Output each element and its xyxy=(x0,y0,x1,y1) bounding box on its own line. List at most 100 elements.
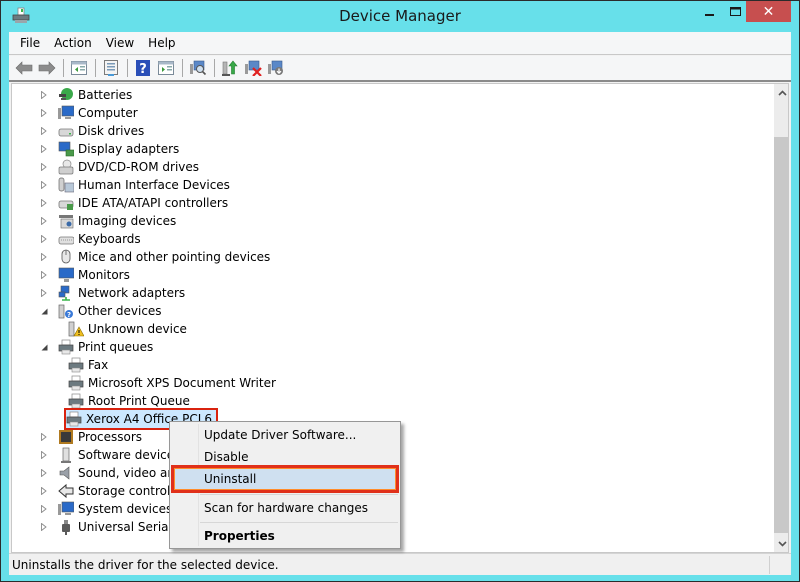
keyboard-icon xyxy=(58,236,74,245)
console-tree-icon xyxy=(71,61,87,75)
expand-arrow-icon[interactable] xyxy=(39,504,49,514)
expand-arrow-icon[interactable] xyxy=(39,90,49,100)
menu-item-properties[interactable]: Properties xyxy=(172,525,398,547)
tree-node[interactable]: Microsoft XPS Document Writer xyxy=(68,374,276,392)
enable-device-button[interactable] xyxy=(265,57,287,79)
hid-icon xyxy=(58,177,74,193)
expand-arrow-icon[interactable] xyxy=(39,216,49,226)
update-driver-button[interactable] xyxy=(219,57,241,79)
expand-arrow-icon[interactable] xyxy=(39,126,49,136)
expand-arrow-icon[interactable] xyxy=(39,432,49,442)
menu-view[interactable]: View xyxy=(99,36,141,50)
tree-node[interactable]: Processors xyxy=(39,428,142,446)
back-button[interactable] xyxy=(13,57,35,79)
menu-action[interactable]: Action xyxy=(47,36,99,50)
expand-arrow-icon[interactable] xyxy=(39,198,49,208)
tree-node[interactable]: IDE ATA/ATAPI controllers xyxy=(39,194,228,212)
menu-item-uninstall[interactable]: Uninstall xyxy=(171,465,399,493)
mouse-icon xyxy=(61,249,71,264)
software-device-icon xyxy=(61,447,71,463)
menu-item-update-driver[interactable]: Update Driver Software... xyxy=(172,424,398,446)
scrollbar-thumb[interactable] xyxy=(774,137,788,533)
expand-arrow-icon[interactable] xyxy=(39,270,49,280)
other-devices-icon: ? xyxy=(58,304,73,319)
forward-button[interactable] xyxy=(36,57,58,79)
expand-arrow-icon[interactable] xyxy=(39,180,49,190)
expand-arrow-icon[interactable] xyxy=(39,252,49,262)
tree-node-label: Imaging devices xyxy=(78,214,177,228)
uninstall-button[interactable] xyxy=(242,57,264,79)
collapse-arrow-icon[interactable] xyxy=(39,342,49,352)
menu-bar: File Action View Help xyxy=(9,32,791,55)
menu-help[interactable]: Help xyxy=(141,36,182,50)
tree-node[interactable]: Human Interface Devices xyxy=(39,176,230,194)
collapse-arrow-icon[interactable] xyxy=(39,306,49,316)
tree-node[interactable]: Mice and other pointing devices xyxy=(39,248,270,266)
tree-node-label: Network adapters xyxy=(78,286,186,300)
action-pane-button[interactable] xyxy=(155,57,177,79)
tree-node[interactable]: Software devices xyxy=(39,446,180,464)
tree-node-label: Keyboards xyxy=(78,232,141,246)
minimize-button[interactable] xyxy=(697,1,723,22)
tree-node[interactable]: Keyboards xyxy=(39,230,141,248)
context-menu-separator xyxy=(200,522,398,523)
tree-node-label: Disk drives xyxy=(78,124,145,138)
tree-node-label: Software devices xyxy=(78,448,181,462)
tree-node[interactable]: DVD/CD-ROM drives xyxy=(39,158,199,176)
usb-icon xyxy=(62,520,70,535)
tree-node[interactable]: Monitors xyxy=(39,266,130,284)
expand-arrow-icon[interactable] xyxy=(39,450,49,460)
tree-node[interactable]: ? Other devices xyxy=(39,302,162,320)
close-button[interactable]: ✕ xyxy=(746,1,791,22)
tree-node-label: Fax xyxy=(88,358,109,372)
expand-arrow-icon[interactable] xyxy=(39,468,49,478)
tree-node-label: Unknown device xyxy=(88,322,187,336)
expand-arrow-icon[interactable] xyxy=(39,144,49,154)
scroll-up-button[interactable] xyxy=(774,84,788,101)
expand-arrow-icon[interactable] xyxy=(39,162,49,172)
tree-node[interactable]: Disk drives xyxy=(39,122,144,140)
tree-node[interactable]: Print queues xyxy=(39,338,153,356)
toolbar-separator xyxy=(214,59,215,77)
tree-node[interactable]: System devices xyxy=(39,500,172,518)
tree-node-label: IDE ATA/ATAPI controllers xyxy=(78,196,229,210)
tree-node-label: Microsoft XPS Document Writer xyxy=(88,376,276,390)
tree-node[interactable]: Unknown device xyxy=(68,320,187,338)
tree-node[interactable]: Fax xyxy=(68,356,108,374)
tree-node[interactable]: Display adapters xyxy=(39,140,179,158)
context-menu: Update Driver Software... Disable Uninst… xyxy=(169,421,401,549)
properties-button[interactable] xyxy=(100,57,122,79)
tree-node[interactable]: Batteries xyxy=(39,86,132,104)
menu-item-disable[interactable]: Disable xyxy=(172,446,398,468)
tree-node[interactable]: Imaging devices xyxy=(39,212,176,230)
menu-file[interactable]: File xyxy=(13,36,47,50)
console-tree-button[interactable] xyxy=(68,57,90,79)
tree-node[interactable]: Network adapters xyxy=(39,284,185,302)
svg-text:?: ? xyxy=(67,311,71,319)
enable-device-icon xyxy=(268,60,283,75)
expand-arrow-icon[interactable] xyxy=(39,486,49,496)
expand-arrow-icon[interactable] xyxy=(39,234,49,244)
tree-node-label: Human Interface Devices xyxy=(78,178,230,192)
vertical-scrollbar[interactable] xyxy=(774,84,788,552)
title-bar[interactable]: Device Manager ✕ xyxy=(1,1,799,32)
toolbar-separator xyxy=(63,59,64,77)
device-manager-window: Device Manager ✕ File Action View Help ?… xyxy=(0,0,800,582)
status-bar: Uninstalls the driver for the selected d… xyxy=(9,553,791,575)
expand-arrow-icon[interactable] xyxy=(39,522,49,532)
expand-arrow-icon[interactable] xyxy=(39,108,49,118)
scan-hardware-button[interactable] xyxy=(187,57,209,79)
printer-icon xyxy=(68,375,84,391)
tree-node[interactable]: Computer xyxy=(39,104,138,122)
expand-arrow-icon[interactable] xyxy=(39,288,49,298)
help-button[interactable]: ? xyxy=(132,57,154,79)
printer-icon xyxy=(66,411,82,427)
toolbar-separator xyxy=(127,59,128,77)
scroll-down-button[interactable] xyxy=(774,535,788,552)
tree-node[interactable]: Root Print Queue xyxy=(68,392,190,410)
printer-icon xyxy=(58,339,74,355)
menu-item-scan-hardware[interactable]: Scan for hardware changes xyxy=(172,497,398,519)
action-pane-icon xyxy=(158,61,174,75)
window-title: Device Manager xyxy=(339,7,461,25)
tree-node-label: Display adapters xyxy=(78,142,180,156)
